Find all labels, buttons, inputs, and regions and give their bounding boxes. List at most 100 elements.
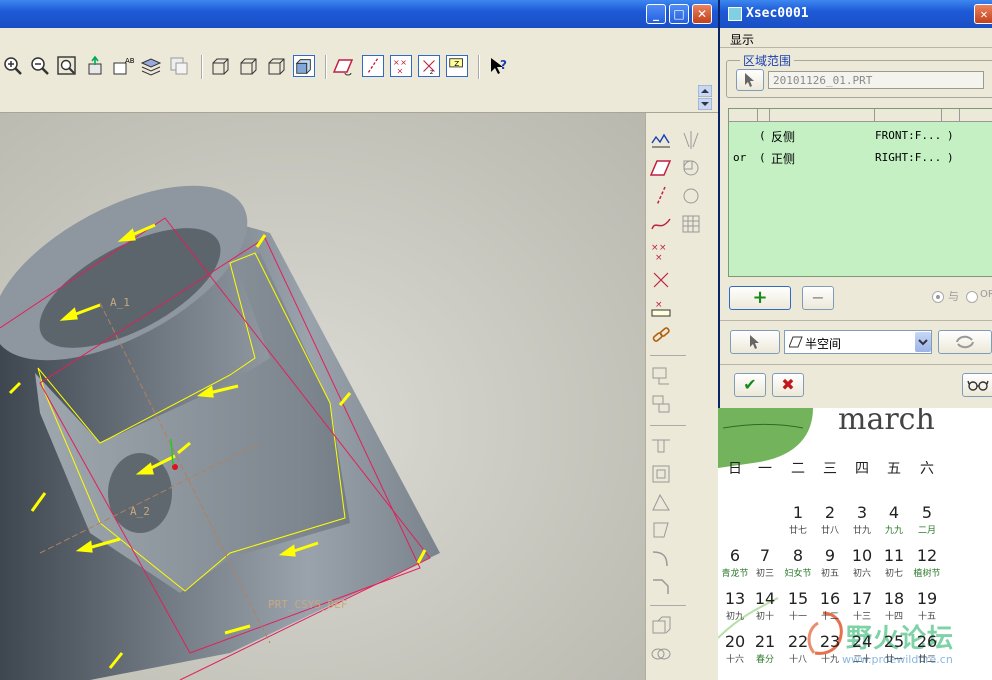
preview-button[interactable] [962,373,992,397]
main-toolbar: AB × × × z Z ? [0,50,718,85]
csys-tool-icon[interactable] [650,269,672,291]
radio-and[interactable] [932,291,944,303]
annotation-icon[interactable]: Z [446,55,468,77]
calendar-lunar-date: 廿九 [852,526,871,536]
radio-or[interactable] [966,291,978,303]
region-list[interactable]: ( 反侧 FRONT:F... ) or ( 正侧 RIGHT:F... ) [728,108,992,277]
calendar-lunar-date: 廿八 [820,526,839,536]
calendar-day: 17 [851,589,873,608]
calendar-day: 20 [724,632,746,651]
datum-point-icon[interactable]: × ×× [390,55,412,77]
plane-tool-icon[interactable] [650,157,672,179]
calendar-day: 5 [921,503,933,522]
graphics-viewport[interactable]: A_1 A_2 PRT_CSYS_DEF [0,113,645,680]
menu-bar [0,28,718,51]
remove-button[interactable]: − [802,286,834,310]
offset-icon[interactable] [650,615,672,637]
wireframe-icon[interactable] [209,55,231,77]
cancel-button[interactable]: ✖ [772,373,804,397]
add-button[interactable]: + [729,286,791,310]
draft-icon[interactable] [650,519,672,541]
zoom-in-icon[interactable] [2,55,24,77]
mirror-icon[interactable] [680,129,702,151]
maximize-button[interactable]: □ [669,4,689,24]
calendar-day: 18 [883,589,905,608]
revolve-icon[interactable] [680,157,702,179]
extrude-icon[interactable] [650,365,672,387]
calendar-day: 14 [754,589,776,608]
calendar-day: 21 [754,632,776,651]
minimize-button[interactable]: _ [646,4,666,24]
calendar-lunar-date: 初十 [755,612,774,622]
calendar-day: 9 [824,546,836,565]
dropdown-chevron-icon[interactable] [915,332,931,352]
list-row[interactable]: or ( 正侧 RIGHT:F... ) [729,151,992,167]
flip-button[interactable] [938,330,992,354]
scroll-down-icon[interactable] [698,98,712,110]
dialog-menu-display[interactable]: 显示 [730,31,754,48]
calendar-lunar-date: 二十 [852,655,871,665]
saved-views-icon[interactable]: AB [112,55,134,77]
axis-tool-icon[interactable] [650,185,672,207]
reference-select-button[interactable] [730,330,780,354]
datum-plane-icon[interactable] [333,55,355,77]
calendar-lunar-date: 十四 [884,612,903,622]
calendar-lunar-date: 十五 [917,612,936,622]
coordinate-system-icon[interactable]: z [418,55,440,77]
layers-icon[interactable] [140,55,162,77]
zoom-fit-icon[interactable] [56,55,78,77]
calendar-lunar-date: 十九 [820,655,839,665]
model-tree-icon[interactable] [168,55,190,77]
scroll-up-icon[interactable] [698,85,712,97]
close-button[interactable]: ✕ [692,4,712,24]
hole-icon[interactable] [650,435,672,457]
calendar-day: 22 [787,632,809,651]
merge-icon[interactable] [650,643,672,665]
shell-icon[interactable] [650,463,672,485]
region-group-label: 区域范围 [740,52,795,69]
calendar-day: 4 [888,503,900,522]
halfspace-icon [789,336,803,348]
ok-button[interactable]: ✔ [734,373,766,397]
calendar-day: 3 [856,503,868,522]
rib-icon[interactable] [650,491,672,513]
region-select-button[interactable] [736,69,764,91]
sweep-icon[interactable] [680,185,702,207]
message-bar [0,84,718,113]
calendar-lunar-date: 十八 [788,655,807,665]
zoom-out-icon[interactable] [29,55,51,77]
chamfer-icon[interactable] [650,575,672,597]
calendar-lunar-date: 初三 [755,569,774,579]
calendar-lunar-date: 十六 [725,655,744,665]
calendar-lunar-date: 初七 [884,569,903,579]
weekday-header: 五 [887,461,901,477]
reorient-icon[interactable] [84,55,106,77]
no-hidden-icon[interactable] [265,55,287,77]
round-icon[interactable] [650,547,672,569]
calendar-day: 12 [916,546,938,565]
sketch-icon[interactable] [650,129,672,151]
calendar-day: 15 [787,589,809,608]
list-row[interactable]: ( 反侧 FRONT:F... ) [729,129,992,145]
calendar-lunar-date: 廿二 [917,655,936,665]
dialog-close-button[interactable]: ✕ [974,4,992,24]
halfspace-select[interactable]: 半空间 [784,330,932,354]
point-tool-icon[interactable]: × ×× [650,241,672,263]
pattern-icon[interactable] [680,213,702,235]
calendar-lunar-date: 初六 [852,569,871,579]
extrude-cut-icon[interactable] [650,393,672,415]
hidden-line-icon[interactable] [237,55,259,77]
calendar-lunar-date: 十二 [820,612,839,622]
part-name-field[interactable]: 20101126_01.PRT [768,71,984,89]
weekday-header: 三 [823,461,837,477]
calendar-day: 8 [792,546,804,565]
analysis-icon[interactable]: × [650,297,672,319]
shading-icon[interactable] [293,55,315,77]
weekday-header: 六 [920,461,934,477]
curve-tool-icon[interactable] [650,213,672,235]
context-help-icon[interactable]: ? [487,55,509,77]
chain-icon[interactable] [650,325,672,347]
calendar-day: 10 [851,546,873,565]
datum-axis-icon[interactable] [362,55,384,77]
calendar-lunar-date: 十三 [852,612,871,622]
